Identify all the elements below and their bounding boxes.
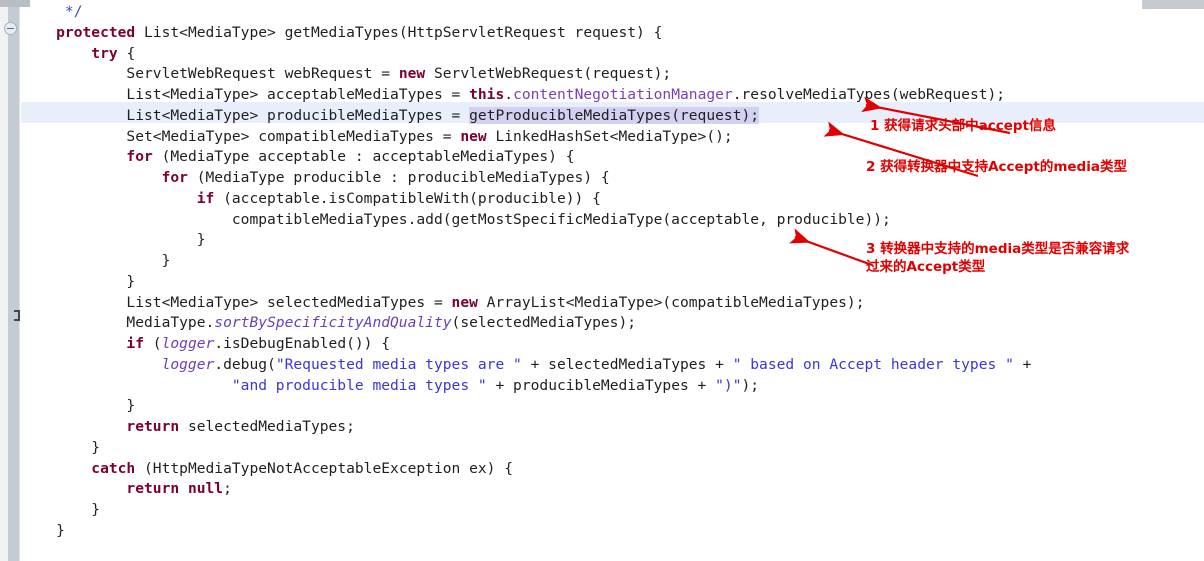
annotation-label-3: 3 转换器中支持的media类型是否兼容请求 过来的Accept类型 xyxy=(866,241,1130,275)
gutter-divider xyxy=(19,7,20,561)
annotation-label-1: 1 获得请求头部中accept信息 xyxy=(870,118,1056,134)
editor-window: */ protected List<MediaType> getMediaTyp… xyxy=(0,0,1204,561)
top-scrollbar-right[interactable] xyxy=(1142,0,1204,9)
code-block-marker-icon xyxy=(14,310,20,321)
annotation-label-2: 2 获得转换器中支持Accept的media类型 xyxy=(866,159,1127,175)
gutter-strip xyxy=(8,7,19,561)
collapse-minus-icon[interactable] xyxy=(4,22,17,35)
